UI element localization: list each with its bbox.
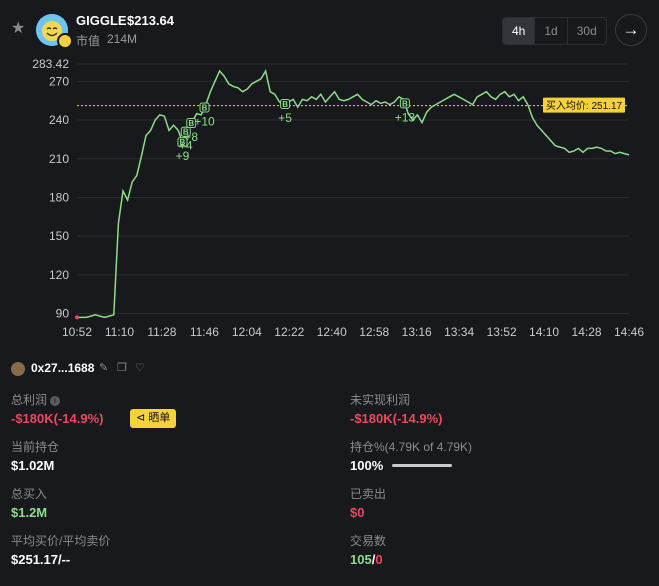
- share-icon: ⊲: [136, 412, 149, 424]
- holding-value: $1.02M: [11, 458, 55, 473]
- token-price: $213.64: [127, 13, 174, 28]
- buy-marker-count: +10: [194, 114, 215, 128]
- share-button[interactable]: ⊲ 晒单: [130, 409, 177, 428]
- y-tick-label: 270: [49, 74, 69, 88]
- holding-pct-bar: [392, 464, 452, 467]
- x-tick-label: 14:46: [614, 325, 644, 339]
- y-max-label: 283.42: [32, 57, 69, 71]
- x-tick-label: 11:10: [105, 325, 134, 339]
- tx-label: 交易数: [350, 534, 387, 548]
- x-tick-label: 11:46: [190, 325, 219, 339]
- avg-price-value: $251.17/--: [11, 552, 71, 567]
- token-header: ★ GIGGLE $213.64 市值 214M 4h 1d 30d →: [0, 0, 659, 60]
- next-button[interactable]: →: [615, 14, 647, 46]
- tx-buy-count: 105: [350, 552, 372, 567]
- tab-1d[interactable]: 1d: [535, 18, 568, 44]
- x-tick-label: 14:10: [529, 325, 559, 339]
- y-tick-label: 120: [49, 268, 69, 282]
- buy-marker-count: +8: [184, 130, 198, 144]
- y-tick-label: 90: [56, 307, 70, 321]
- x-tick-label: 13:16: [402, 325, 432, 339]
- tx-sell-count: 0: [375, 552, 383, 567]
- buy-marker-letter: B: [282, 100, 288, 109]
- edit-icon[interactable]: ✎: [99, 361, 108, 374]
- total-pnl-label-text: 总利润: [11, 393, 48, 407]
- avg-buy-label: 买入均价: 251.17: [546, 100, 623, 112]
- timeframe-selector: 4h 1d 30d: [502, 17, 607, 45]
- holding-pct-label: 持仓%(4.79K of 4.79K): [350, 440, 473, 454]
- total-buy-value: $1.2M: [11, 505, 48, 520]
- unrealized-label: 未实现利润: [350, 393, 411, 407]
- x-tick-label: 13:52: [487, 325, 517, 339]
- buy-marker-letter: B: [202, 103, 208, 112]
- total-buy-label: 总买入: [11, 487, 48, 501]
- tag-icon[interactable]: ♡: [135, 361, 145, 374]
- star-icon[interactable]: ★: [11, 21, 27, 37]
- wallet-avatar: [11, 362, 25, 376]
- mcap-value: 214M: [107, 32, 138, 46]
- x-tick-label: 10:52: [62, 325, 92, 339]
- x-tick-label: 12:58: [359, 325, 389, 339]
- start-dot: [75, 315, 79, 320]
- tx-value: 105/0: [350, 552, 383, 567]
- mcap-label: 市值: [76, 34, 101, 48]
- x-tick-label: 12:22: [274, 325, 304, 339]
- tab-4h[interactable]: 4h: [503, 18, 536, 44]
- arrow-right-icon: →: [622, 20, 640, 39]
- wallet-address[interactable]: 0x27...1688: [31, 361, 94, 375]
- y-tick-label: 210: [49, 152, 69, 166]
- token-symbol: GIGGLE: [76, 13, 127, 28]
- sold-value: $0: [350, 505, 365, 520]
- buy-marker-count: +5: [278, 111, 292, 125]
- share-label: 晒单: [148, 412, 171, 424]
- y-tick-label: 180: [49, 190, 69, 204]
- x-tick-label: 12:40: [317, 325, 347, 339]
- total-pnl-label: 总利润 i: [11, 391, 61, 408]
- sold-label: 已卖出: [350, 487, 387, 501]
- price-chart[interactable]: 90 120 150 180 210 240 270 283.42 10:52 11:10 11:2…: [0, 52, 659, 347]
- verified-badge: [57, 33, 73, 49]
- total-pnl-value: -$180K(-14.9%): [11, 411, 104, 426]
- copy-icon[interactable]: ❐: [117, 361, 127, 374]
- buy-marker-letter: B: [402, 99, 408, 108]
- avg-price-label: 平均买价/平均卖价: [11, 534, 111, 548]
- y-tick-label: 150: [49, 229, 69, 243]
- tab-30d[interactable]: 30d: [568, 18, 606, 44]
- unrealized-value: -$180K(-14.9%): [350, 411, 443, 426]
- holding-pct-value: 100%: [350, 458, 384, 473]
- holding-label: 当前持仓: [11, 440, 60, 454]
- buy-marker-count: +13: [395, 110, 416, 124]
- y-tick-label: 240: [49, 113, 69, 127]
- x-tick-label: 13:34: [444, 325, 474, 339]
- x-tick-label: 12:04: [232, 325, 262, 339]
- x-tick-label: 14:28: [572, 325, 602, 339]
- x-tick-label: 11:28: [147, 325, 176, 339]
- info-icon[interactable]: i: [50, 396, 61, 406]
